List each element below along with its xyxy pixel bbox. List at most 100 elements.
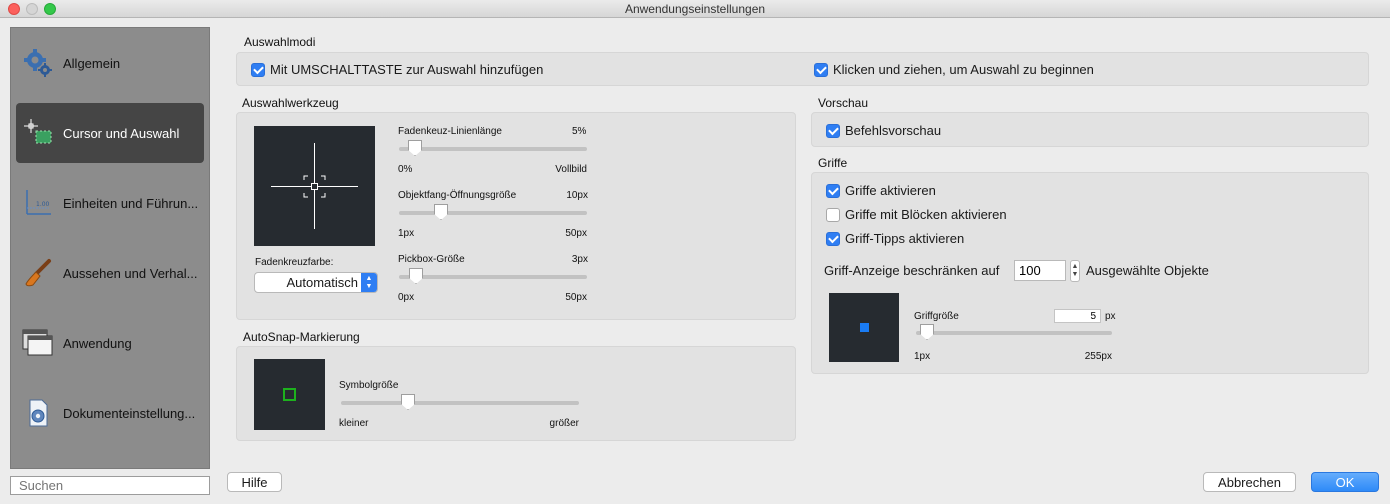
checkbox-label: Mit UMSCHALTTASTE zur Auswahl hinzufügen [270, 62, 544, 77]
slider-track [399, 147, 587, 151]
checkbox-unchecked-icon [826, 207, 840, 222]
griffe-group: Griffe aktivieren Griffe mit Blöcken akt… [811, 172, 1369, 374]
sidebar-item-label: Allgemein [63, 55, 121, 71]
shift-add-checkbox[interactable]: Mit UMSCHALTTASTE zur Auswahl hinzufügen [251, 62, 543, 77]
section-title-autosnap: AutoSnap-Markierung [243, 330, 360, 344]
sidebar-item-dokumenteinstellungen[interactable]: Dokumenteinstellung... [16, 383, 204, 443]
window-title: Anwendungseinstellungen [624, 2, 766, 16]
select-value: Automatisch [286, 275, 358, 290]
pickbox-slider[interactable] [399, 268, 587, 288]
ok-button[interactable]: OK [1311, 472, 1379, 492]
sidebar-item-label: Aussehen und Verhal... [63, 265, 198, 281]
checkbox-checked-icon [826, 123, 840, 138]
sidebar-item-label: Dokumenteinstellung... [63, 405, 196, 421]
chevron-up-icon[interactable]: ▲ [1072, 263, 1079, 271]
crosshair-icon [271, 143, 358, 229]
symbol-size-slider[interactable] [341, 394, 579, 414]
slider-max-label: 50px [565, 292, 587, 303]
chevron-down-icon[interactable]: ▼ [1072, 271, 1079, 279]
help-button[interactable]: Hilfe [227, 472, 282, 492]
crosshair-color-label: Fadenkreuzfarbe: [255, 257, 334, 268]
sidebar-item-allgemein[interactable]: Allgemein [16, 33, 204, 93]
grip-limit-label: Griff-Anzeige beschränken auf [824, 263, 1000, 278]
checkbox-checked-icon [826, 183, 840, 198]
autosnap-group: Symbolgröße kleiner größer [236, 346, 796, 441]
slider-thumb[interactable] [920, 324, 934, 340]
checkbox-checked-icon [814, 62, 828, 77]
pickbox-value: 3px [571, 254, 588, 265]
grip-limit-input[interactable] [1014, 260, 1066, 281]
slider-thumb[interactable] [401, 394, 415, 410]
vorschau-group: Befehlsvorschau [811, 112, 1369, 147]
grip-size-label: Griffgröße [914, 311, 959, 322]
grip-limit-stepper[interactable]: ▲ ▼ [1070, 260, 1080, 282]
slider-track [916, 331, 1112, 335]
slider-min-label: 1px [398, 228, 415, 239]
sidebar-item-cursor-und-auswahl[interactable]: Cursor und Auswahl [16, 103, 204, 163]
crosshair-length-slider[interactable] [399, 140, 587, 160]
sidebar: Allgemein Cursor und Auswahl 1.00 Einhei… [10, 27, 210, 469]
units-guides-icon: 1.00 [19, 186, 57, 220]
checkbox-label: Griffe aktivieren [845, 183, 936, 198]
slider-track [399, 275, 587, 279]
checkbox-label: Griffe mit Blöcken aktivieren [845, 207, 1007, 222]
slider-thumb[interactable] [409, 268, 423, 284]
slider-min-label: 0% [398, 164, 413, 175]
cancel-button[interactable]: Abbrechen [1203, 472, 1296, 492]
slider-min-label: 1px [914, 351, 931, 362]
gear-icon [19, 46, 57, 80]
section-title-auswahlmodi: Auswahlmodi [244, 35, 316, 49]
brush-icon [19, 256, 57, 290]
slider-thumb[interactable] [434, 204, 448, 220]
checkbox-checked-icon [251, 62, 265, 77]
aperture-label: Objektfang-Öffnungsgröße [398, 190, 517, 201]
aperture-value: 10px [566, 190, 588, 201]
grips-blocks-checkbox[interactable]: Griffe mit Blöcken aktivieren [826, 207, 1007, 222]
windows-icon [19, 326, 57, 360]
checkbox-checked-icon [826, 231, 840, 246]
autosnap-preview [254, 359, 325, 430]
checkbox-label: Klicken und ziehen, um Auswahl zu beginn… [833, 62, 1094, 77]
search-input[interactable] [10, 476, 210, 495]
slider-track [399, 211, 587, 215]
sidebar-item-label: Einheiten und Führun... [63, 195, 199, 211]
grip-limit-suffix: Ausgewählte Objekte [1086, 263, 1209, 278]
section-title-vorschau: Vorschau [818, 96, 869, 110]
slider-track [341, 401, 579, 405]
cursor-selection-icon [19, 116, 57, 150]
crosshair-length-label: Fadenkeuz-Linienlänge [398, 126, 502, 137]
click-drag-checkbox[interactable]: Klicken und ziehen, um Auswahl zu beginn… [814, 62, 1094, 77]
svg-text:1.00: 1.00 [36, 201, 50, 208]
chevron-updown-icon: ▲ ▼ [361, 273, 377, 292]
grips-enable-checkbox[interactable]: Griffe aktivieren [826, 183, 936, 198]
title-bar: Anwendungseinstellungen [0, 0, 1390, 18]
sidebar-item-label: Anwendung [63, 335, 132, 351]
sidebar-item-anwendung[interactable]: Anwendung [16, 313, 204, 373]
checkbox-label: Befehlsvorschau [845, 123, 942, 138]
grip-size-unit: px [1105, 311, 1116, 322]
grip-size-slider[interactable] [916, 324, 1112, 344]
pickbox-label: Pickbox-Größe [398, 254, 465, 265]
auswahlmodi-group: Mit UMSCHALTTASTE zur Auswahl hinzufügen… [236, 52, 1369, 86]
sidebar-item-einheiten[interactable]: 1.00 Einheiten und Führun... [16, 173, 204, 233]
slider-thumb[interactable] [408, 140, 422, 156]
checkbox-label: Griff-Tipps aktivieren [845, 231, 965, 246]
document-settings-icon [19, 396, 57, 430]
grip-tips-checkbox[interactable]: Griff-Tipps aktivieren [826, 231, 964, 246]
slider-max-label: größer [549, 418, 579, 429]
section-title-auswahlwerkzeug: Auswahlwerkzeug [242, 96, 339, 110]
grip-size-input[interactable] [1054, 309, 1101, 323]
slider-max-label: Vollbild [555, 164, 587, 175]
crosshair-color-select[interactable]: Automatisch ▲ ▼ [254, 272, 378, 293]
command-preview-checkbox[interactable]: Befehlsvorschau [826, 123, 941, 138]
auswahlwerkzeug-group: Fadenkreuzfarbe: Automatisch ▲ ▼ Fadenkeu… [236, 112, 796, 320]
sidebar-item-aussehen[interactable]: Aussehen und Verhal... [16, 243, 204, 303]
aperture-slider[interactable] [399, 204, 587, 224]
slider-min-label: kleiner [339, 418, 369, 429]
slider-min-label: 0px [398, 292, 415, 303]
crosshair-length-value: 5% [572, 126, 587, 137]
grip-marker-icon [860, 323, 869, 332]
slider-max-label: 255px [1084, 351, 1112, 362]
section-title-griffe: Griffe [818, 156, 848, 170]
grip-preview [829, 293, 899, 362]
